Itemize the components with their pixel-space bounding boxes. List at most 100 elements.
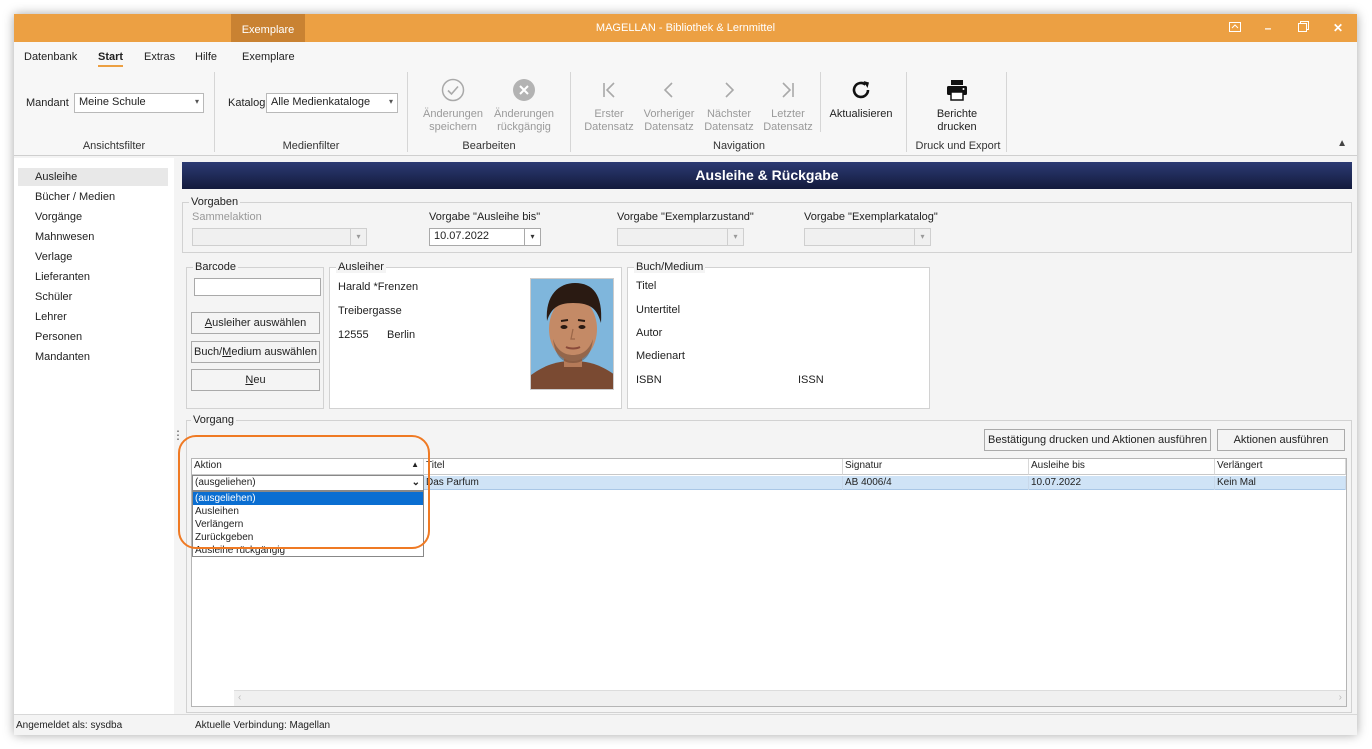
borrower-zip: 12555 <box>338 329 369 341</box>
medium-autor-label: Autor <box>636 327 663 339</box>
group-label-ansichtsfilter: Ansichtsfilter <box>82 140 146 152</box>
katalog-label: Katalog <box>228 97 266 109</box>
katalog-select[interactable]: Alle Medienkataloge ▾ <box>266 93 398 113</box>
sammelaktion-select[interactable]: ▾ <box>192 228 367 246</box>
borrower-name: Harald *Frenzen <box>338 281 419 293</box>
chevron-down-icon: ▾ <box>914 229 930 245</box>
sidebar-item-lehrer[interactable]: Lehrer <box>18 308 168 326</box>
save-changes-line1: Änderungen <box>423 108 483 120</box>
previous-record-line1: Vorheriger <box>643 108 695 120</box>
undo-changes-button[interactable]: Änderungen rückgängig <box>493 78 555 134</box>
vorgaben-title: Vorgaben <box>189 196 241 208</box>
barcode-input[interactable] <box>194 278 321 296</box>
save-changes-line2: speichern <box>429 121 477 133</box>
sidebar-item-ausleihe[interactable]: Ausleihe <box>18 168 168 186</box>
group-label-medienfilter: Medienfilter <box>282 140 340 152</box>
sidebar-item-personen[interactable]: Personen <box>18 328 168 346</box>
column-header-signatur[interactable]: Signatur <box>843 459 1029 475</box>
status-connection: Aktuelle Verbindung: Magellan <box>195 720 331 731</box>
chevron-down-icon: ▾ <box>350 229 366 245</box>
sidebar-item-lieferanten[interactable]: Lieferanten <box>18 268 168 286</box>
ausleihe-bis-select[interactable]: 10.07.2022 ▾ <box>429 228 541 246</box>
select-medium-button[interactable]: Buch/Medium auswählen <box>191 341 320 363</box>
sidebar-item-mandanten[interactable]: Mandanten <box>18 348 168 366</box>
exemplarzustand-select[interactable]: ▾ <box>617 228 744 246</box>
ausleihe-bis-cell: 10.07.2022 <box>1029 476 1215 490</box>
select-borrower-button[interactable]: Ausleiher auswählen <box>191 312 320 334</box>
exemplarkatalog-select[interactable]: ▾ <box>804 228 931 246</box>
group-label-druck: Druck und Export <box>915 140 1001 152</box>
new-button[interactable]: Neu <box>191 369 320 391</box>
previous-record-button[interactable]: Vorheriger Datensatz <box>638 78 700 134</box>
sidebar-item-verlage[interactable]: Verlage <box>18 248 168 266</box>
first-record-line1: Erster <box>594 108 624 120</box>
column-header-titel[interactable]: Titel <box>424 459 843 475</box>
close-icon[interactable]: ✕ <box>1329 19 1347 37</box>
last-record-line1: Letzter <box>771 108 805 120</box>
barcode-title: Barcode <box>193 261 238 273</box>
collapse-ribbon-icon[interactable]: ▲ <box>1337 138 1347 149</box>
previous-record-line2: Datensatz <box>644 121 694 133</box>
medium-group: Buch/Medium Titel Untertitel Autor Medie… <box>627 261 930 409</box>
katalog-value: Alle Medienkataloge <box>271 96 371 108</box>
sidebar-item-vorgaenge[interactable]: Vorgänge <box>18 208 168 226</box>
tab-extras[interactable]: Extras <box>144 51 175 63</box>
check-circle-icon <box>441 78 465 102</box>
scroll-left-icon[interactable]: ‹ <box>238 692 241 703</box>
tab-start[interactable]: Start <box>98 51 124 67</box>
horizontal-scrollbar[interactable]: ‹ › <box>234 690 1346 706</box>
medium-isbn-label: ISBN <box>636 374 662 386</box>
print-confirmation-button[interactable]: Bestätigung drucken und Aktionen ausführ… <box>984 429 1211 451</box>
chevron-right-icon <box>725 82 735 98</box>
refresh-icon <box>852 81 870 99</box>
refresh-button[interactable]: Aktualisieren <box>826 78 896 121</box>
verlaengert-cell: Kein Mal <box>1215 476 1346 490</box>
restore-ribbon-icon[interactable] <box>1226 19 1244 37</box>
group-separator <box>820 72 821 132</box>
cancel-circle-icon <box>513 79 535 101</box>
mandant-select[interactable]: Meine Schule ▾ <box>74 93 204 113</box>
tab-hilfe[interactable]: Hilfe <box>195 51 217 63</box>
last-record-icon <box>782 82 794 98</box>
next-record-button[interactable]: Nächster Datensatz <box>698 78 760 134</box>
column-header-ausleihe-bis[interactable]: Ausleihe bis <box>1029 459 1215 475</box>
ribbon: Mandant Meine Schule ▾ Ansichtsfilter Ka… <box>14 70 1357 156</box>
medium-titel-label: Titel <box>636 280 657 292</box>
medium-title: Buch/Medium <box>634 261 706 273</box>
sammelaktion-label: Sammelaktion <box>192 211 262 223</box>
borrower-group: Ausleiher Harald *Frenzen Treibergasse 1… <box>329 261 622 409</box>
next-record-line2: Datensatz <box>704 121 754 133</box>
ausleihe-bis-label: Vorgabe "Ausleihe bis" <box>429 211 541 223</box>
scroll-right-icon[interactable]: › <box>1339 692 1342 703</box>
column-header-verlaengert[interactable]: Verlängert <box>1215 459 1346 475</box>
medium-medienart-label: Medienart <box>636 350 685 362</box>
execute-actions-button[interactable]: Aktionen ausführen <box>1217 429 1345 451</box>
medium-issn-label: ISSN <box>798 374 824 386</box>
minimize-icon[interactable]: – <box>1259 19 1277 37</box>
print-reports-line2: drucken <box>937 121 977 133</box>
undo-changes-line1: Änderungen <box>494 108 554 120</box>
sidebar: Ausleihe Bücher / Medien Vorgänge Mahnwe… <box>14 158 174 714</box>
group-label-bearbeiten: Bearbeiten <box>462 140 516 152</box>
group-separator <box>214 72 215 152</box>
print-reports-button[interactable]: Berichte drucken <box>926 78 988 134</box>
exemplarkatalog-label: Vorgabe "Exemplarkatalog" <box>804 211 938 223</box>
tab-datenbank[interactable]: Datenbank <box>24 51 77 63</box>
highlight-annotation <box>178 435 430 549</box>
sidebar-item-schueler[interactable]: Schüler <box>18 288 168 306</box>
medium-untertitel-label: Untertitel <box>636 304 681 316</box>
window-title: MAGELLAN - Bibliothek & Lernmittel <box>595 22 776 34</box>
maximize-icon[interactable] <box>1294 19 1312 37</box>
vorgaben-group: Vorgaben Sammelaktion ▾ Vorgabe "Ausleih… <box>182 196 1352 253</box>
last-record-button[interactable]: Letzter Datensatz <box>757 78 819 134</box>
borrower-city: Berlin <box>387 329 416 341</box>
first-record-button[interactable]: Erster Datensatz <box>578 78 640 134</box>
chevron-down-icon: ▾ <box>727 229 743 245</box>
chevron-down-icon: ▾ <box>388 97 393 106</box>
group-separator <box>570 72 571 152</box>
titel-cell: Das Parfum <box>424 476 843 490</box>
sidebar-item-mahnwesen[interactable]: Mahnwesen <box>18 228 168 246</box>
save-changes-button[interactable]: Änderungen speichern <box>422 78 484 134</box>
tab-exemplare[interactable]: Exemplare <box>242 51 295 63</box>
sidebar-item-buecher-medien[interactable]: Bücher / Medien <box>18 188 168 206</box>
